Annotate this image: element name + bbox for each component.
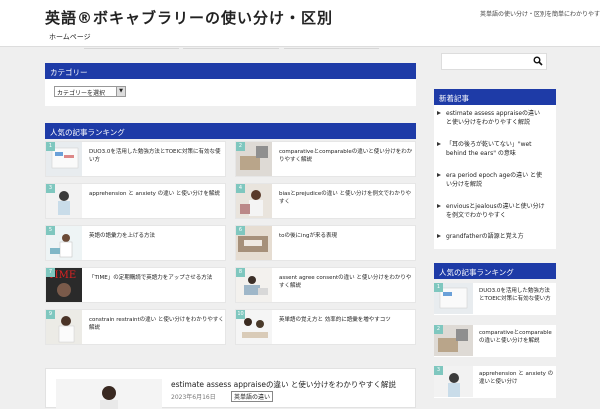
ranking-card[interactable]: TIME 7 「TIME」の定期購読で英語力をアップさせる方法 [45, 267, 226, 303]
ranking-card[interactable]: 5 英語の語彙力を上げる方法 [45, 225, 226, 261]
article-title[interactable]: 「TIME」の定期購読で英語力をアップさせる方法 [89, 274, 224, 282]
rank-badge: 3 [46, 184, 55, 193]
divider [183, 48, 279, 54]
category-select-value: カテゴリーを選択 [57, 90, 106, 97]
article-title[interactable]: 英語の語彙力を上げる方法 [89, 232, 224, 240]
new-article-link[interactable]: 「耳の後ろが乾いてない」"wet behind the ears" の意味 [446, 140, 546, 158]
featured-article[interactable]: estimate assess appraiseの違い と使い分けをわかりやすく… [45, 368, 416, 409]
article-title[interactable]: comparativeとcomparableの違いと使い分けを解説 [479, 329, 555, 345]
bullet-icon [437, 204, 441, 208]
rank-badge: 10 [236, 310, 245, 319]
site-header: 英語®ボキャブラリーの使い分け・区別 英単語の使い分け・区別を簡単にわかりやすく… [0, 0, 600, 47]
article-thumbnail[interactable] [56, 379, 162, 409]
sidebar-ranking-card[interactable]: 3 apprehension と anxiety の違いと使い分け [434, 366, 556, 398]
new-article-link[interactable]: enviousとjealousの違いと使い分けを例文でわかりやすく [446, 202, 546, 220]
article-title[interactable]: DUO3.0を活用した勉強方法とTOEIC対策に有効な使い方 [479, 287, 555, 303]
ranking-card[interactable]: 4 biasとprejudiceの違い と使い分けを例文でわかりやすく [235, 183, 416, 219]
article-title[interactable]: biasとprejudiceの違い と使い分けを例文でわかりやすく [279, 190, 414, 206]
category-select[interactable]: カテゴリーを選択 ▼ [54, 86, 126, 97]
widget-title: 人気の記事ランキング [434, 263, 556, 279]
rank-badge: 4 [236, 184, 245, 193]
featured-title[interactable]: estimate assess appraiseの違い と使い分けをわかりやすく… [171, 379, 411, 390]
article-title[interactable]: DUO3.0を活用した勉強方法とTOEIC対策に有効な使い方 [89, 148, 224, 164]
widget-title: 新着記事 [434, 89, 556, 105]
rank-badge: 1 [46, 142, 55, 151]
bullet-icon [437, 234, 441, 238]
search-icon[interactable] [533, 56, 543, 66]
article-title[interactable]: assent agree consentの違い と使い分けをわかりやすく解説 [279, 274, 414, 290]
search-input[interactable] [441, 53, 547, 70]
article-title[interactable]: apprehension と anxiety の違い と使い分けを解説 [89, 190, 224, 198]
bullet-icon [437, 173, 441, 177]
ranking-card[interactable]: 10 英単語の覚え方と 効率的に語彙を増やすコツ [235, 309, 416, 345]
category-badge[interactable]: 英単語の違い [231, 391, 274, 402]
widget-title: カテゴリー [45, 63, 416, 79]
rank-badge: 5 [46, 226, 55, 235]
sidebar-ranking-card[interactable]: 2 comparativeとcomparableの違いと使い分けを解説 [434, 325, 556, 357]
rank-badge: 6 [236, 226, 245, 235]
rank-badge: 8 [236, 268, 245, 277]
bullet-icon [437, 111, 441, 115]
widget-title: 人気の記事ランキング [45, 123, 416, 139]
rank-badge: 1 [434, 283, 443, 292]
sidebar-popular-widget: 人気の記事ランキング [434, 263, 556, 281]
site-description: 英単語の使い分け・区別を簡単にわかりやすく解説 [480, 11, 600, 18]
rank-badge: 2 [236, 142, 245, 151]
ranking-card[interactable]: 1 DUO3.0を活用した勉強方法とTOEIC対策に有効な使い方 [45, 141, 226, 177]
global-nav: ホームページ [0, 26, 600, 47]
site-title[interactable]: 英語®ボキャブラリーの使い分け・区別 [45, 7, 333, 28]
rank-badge: 3 [434, 366, 443, 375]
divider [84, 48, 179, 54]
ranking-card[interactable]: 8 assent agree consentの違い と使い分けをわかりやすく解説 [235, 267, 416, 303]
new-article-link[interactable]: era period epoch ageの違い と使い分けを解説 [446, 171, 546, 189]
divider [284, 48, 379, 54]
category-widget: カテゴリー カテゴリーを選択 ▼ [45, 63, 416, 106]
rank-badge: 9 [46, 310, 55, 319]
ranking-card[interactable]: 9 constrain restraintの違い と使い分けをわかりやすく解説 [45, 309, 226, 345]
article-title[interactable]: constrain restraintの違い と使い分けをわかりやすく解説 [89, 316, 224, 332]
rank-badge: 2 [434, 325, 443, 334]
ranking-card[interactable]: 2 comparativeとcomparableの違いと使い分けをわかりやすく解… [235, 141, 416, 177]
nav-item-home[interactable]: ホームページ [49, 32, 91, 42]
bullet-icon [437, 142, 441, 146]
article-title[interactable]: comparativeとcomparableの違いと使い分けをわかりやすく解説 [279, 148, 414, 164]
rank-badge: 7 [46, 268, 55, 277]
new-article-link[interactable]: estimate assess appraiseの違い と使い分けをわかりやすく… [446, 109, 546, 127]
new-article-link[interactable]: grandfatherの語源と覚え方 [446, 232, 546, 241]
ranking-card[interactable]: 3 apprehension と anxiety の違い と使い分けを解説 [45, 183, 226, 219]
article-title[interactable]: 英単語の覚え方と 効率的に語彙を増やすコツ [279, 316, 414, 324]
ranking-card[interactable]: 6 toの後にingが来る表現 [235, 225, 416, 261]
dropdown-arrow-icon[interactable]: ▼ [116, 87, 125, 96]
sidebar-ranking-card[interactable]: 1 DUO3.0を活用した勉強方法とTOEIC対策に有効な使い方 [434, 283, 556, 315]
article-title[interactable]: toの後にingが来る表現 [279, 232, 414, 240]
article-title[interactable]: apprehension と anxiety の違いと使い分け [479, 370, 555, 386]
